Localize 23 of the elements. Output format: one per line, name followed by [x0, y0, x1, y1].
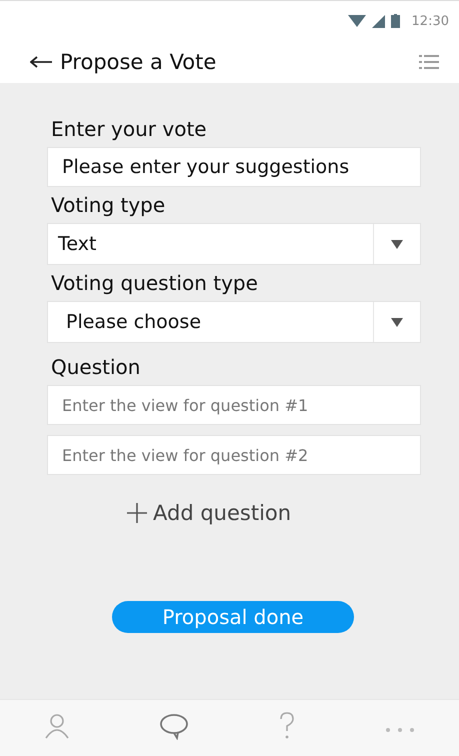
field-label: Enter your vote — [51, 117, 208, 141]
add-question-button[interactable]: Add question — [153, 501, 292, 525]
input-field[interactable]: Enter the view for question #2 — [47, 435, 421, 475]
field-label: Voting type — [51, 193, 166, 217]
list-menu-icon[interactable] — [419, 55, 439, 69]
input-field[interactable]: Enter the view for question #1 — [47, 385, 421, 425]
caret-icon — [391, 318, 403, 326]
back-arrow-icon[interactable] — [30, 56, 52, 68]
signal-icon — [372, 14, 385, 28]
more-icon[interactable] — [384, 726, 416, 734]
input-field[interactable]: Please enter your suggestions — [47, 147, 421, 187]
field-label: Question — [51, 355, 142, 379]
screen-title: Propose a Vote — [60, 50, 218, 74]
person-icon[interactable] — [43, 712, 72, 740]
wifi-icon — [348, 15, 366, 27]
dropdown[interactable]: Please choose — [47, 301, 421, 343]
dropdown[interactable]: Text — [47, 223, 421, 265]
field-label: Voting question type — [51, 271, 259, 295]
chat-bubble-icon[interactable] — [158, 712, 190, 740]
plus-icon[interactable] — [127, 503, 147, 523]
clock: 12:30 — [412, 14, 449, 28]
caret-icon — [391, 240, 403, 248]
battery-icon — [390, 14, 400, 28]
